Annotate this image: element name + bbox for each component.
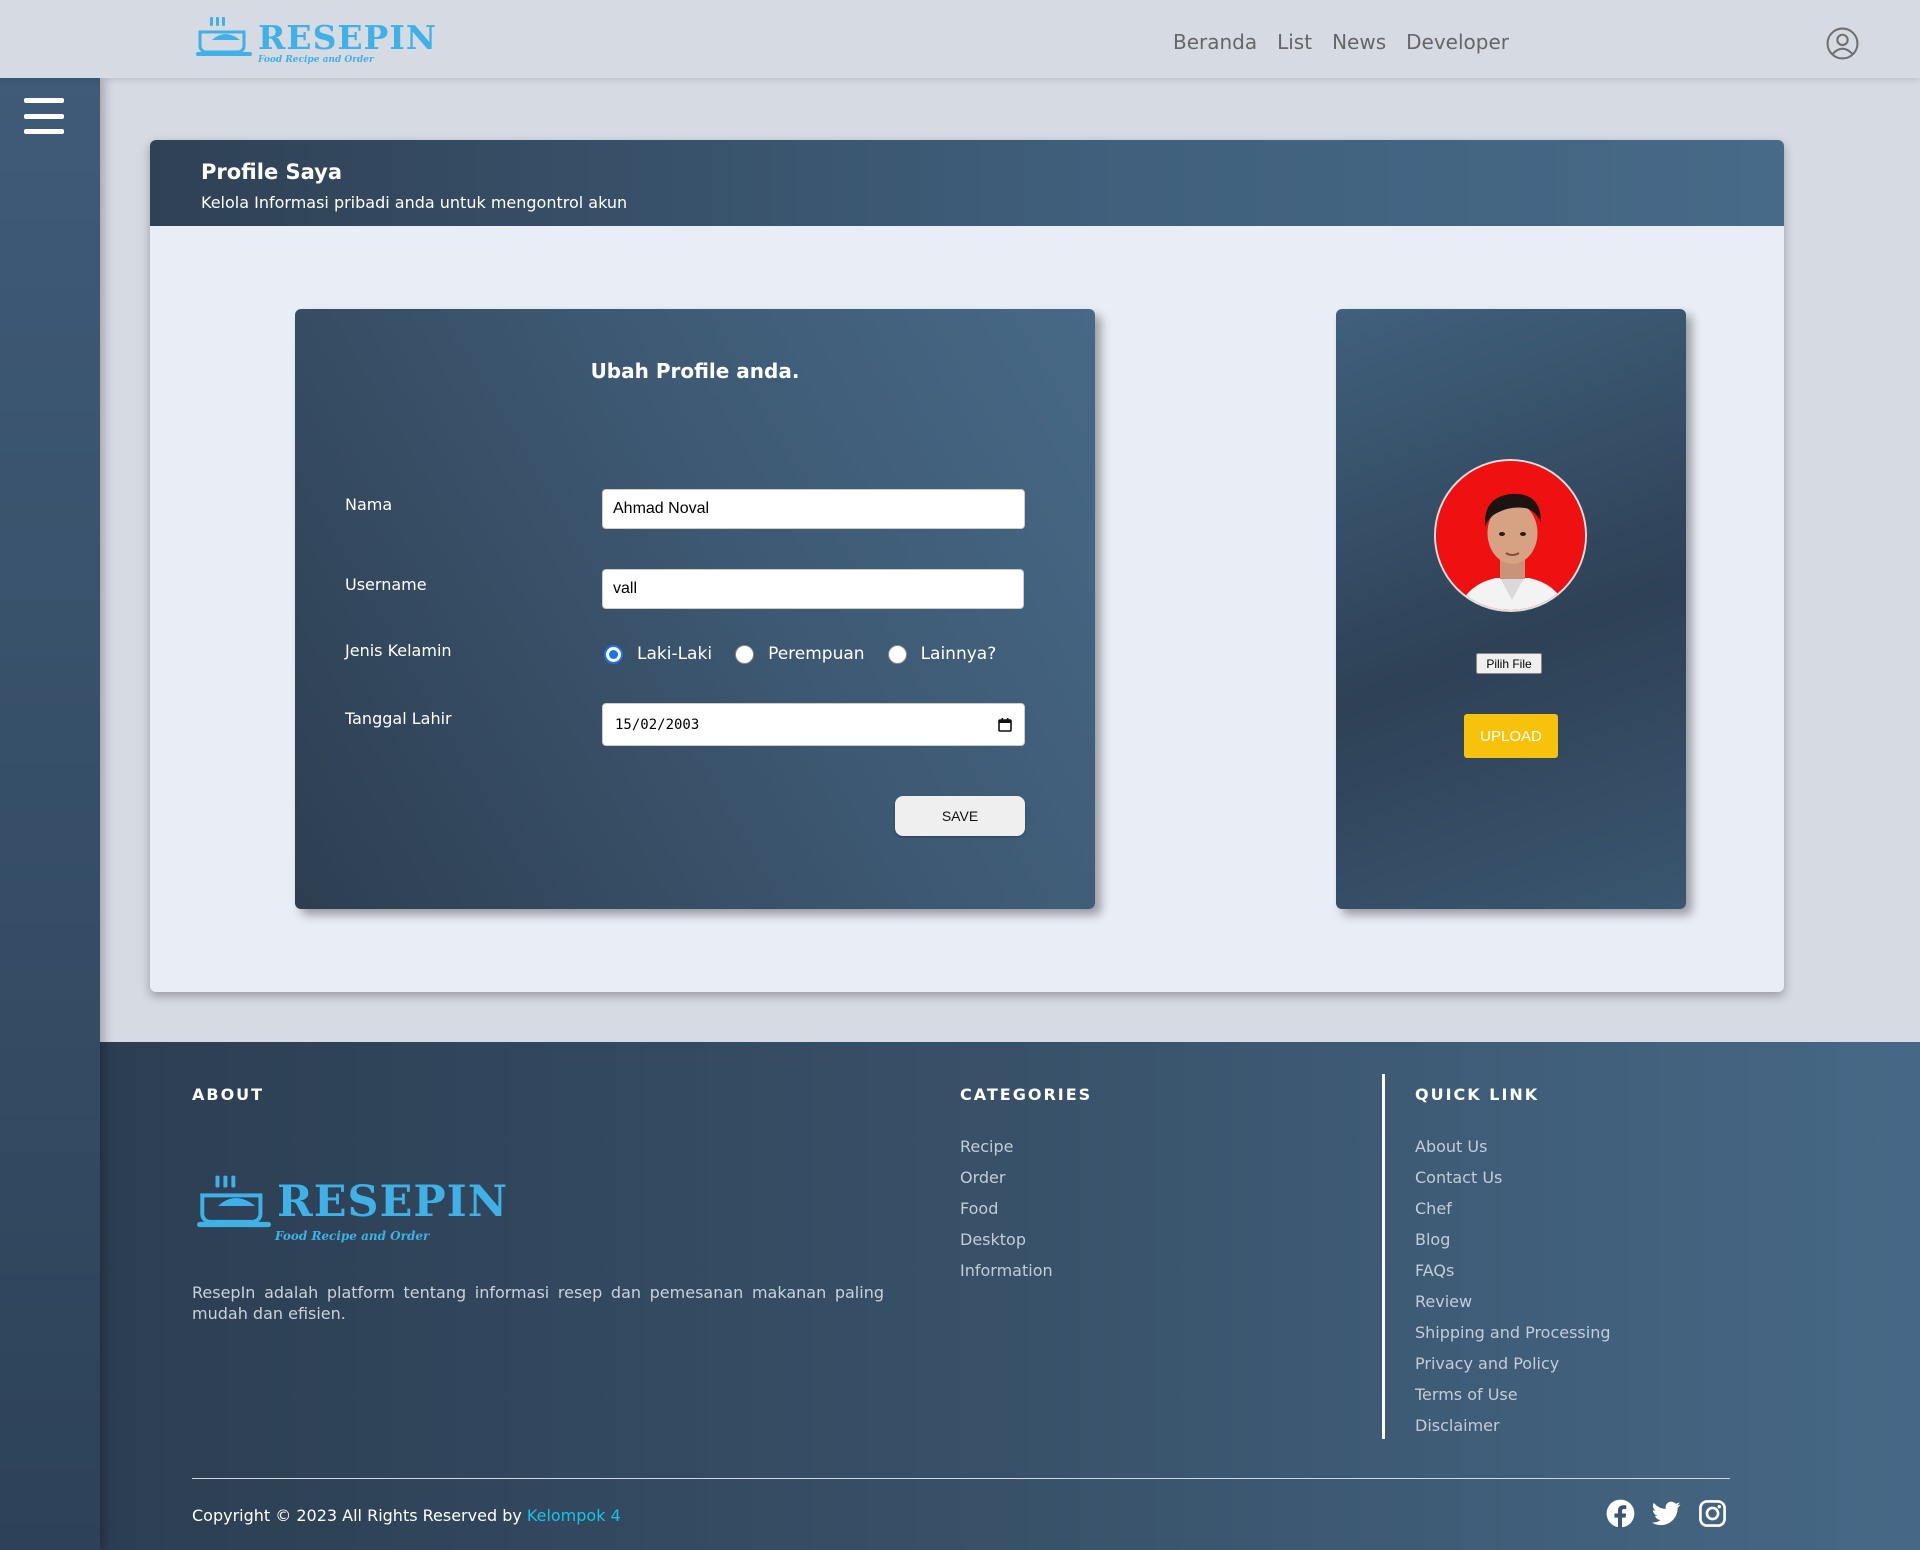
copyright-owner-link[interactable]: Kelompok 4: [527, 1506, 621, 1525]
upload-button[interactable]: UPLOAD: [1464, 714, 1558, 758]
profile-photo-card: Pilih File UPLOAD: [1336, 309, 1686, 909]
footer: ABOUT CATEGORIES QUICK LINK RESEPIN Food…: [100, 1042, 1920, 1550]
radio-button[interactable]: [604, 644, 623, 664]
copyright: Copyright © 2023 All Rights Reserved by …: [192, 1506, 621, 1525]
brand-name: RESEPIN: [277, 1176, 509, 1227]
radio-label: Perempuan: [768, 644, 865, 664]
brand-tagline: Food Recipe and Order: [258, 55, 374, 65]
hamburger-bar: [24, 113, 64, 119]
nama-label: Nama: [345, 495, 393, 514]
instagram-icon[interactable]: [1698, 1499, 1727, 1528]
top-navbar: RESEPIN Food Recipe and Order Beranda Li…: [0, 0, 1920, 78]
footer-category-link[interactable]: Information: [960, 1261, 1053, 1292]
main-nav: Beranda List News Developer: [1173, 30, 1509, 54]
twitter-icon[interactable]: [1652, 1499, 1681, 1528]
nav-link-news[interactable]: News: [1332, 30, 1386, 54]
facebook-icon[interactable]: [1606, 1499, 1635, 1528]
footer-quicklink-heading: QUICK LINK: [1415, 1085, 1540, 1104]
footer-category-link[interactable]: Food: [960, 1199, 1053, 1230]
footer-quick-link[interactable]: Review: [1415, 1292, 1611, 1323]
footer-quick-link[interactable]: Disclaimer: [1415, 1416, 1611, 1447]
footer-quick-link[interactable]: About Us: [1415, 1137, 1611, 1168]
choose-file-button[interactable]: Pilih File: [1476, 653, 1542, 674]
gender-radio-group: Laki-Laki Perempuan Lainnya?: [604, 644, 1019, 664]
dish-icon: [197, 1175, 271, 1228]
gender-option-lainnya[interactable]: Lainnya?: [887, 644, 997, 664]
dob-date-input[interactable]: 15/02/2003: [602, 703, 1025, 746]
brand-name: RESEPIN: [258, 17, 437, 57]
dob-value: 15/02/2003: [615, 716, 700, 733]
nav-link-list[interactable]: List: [1277, 30, 1312, 54]
dish-icon: [196, 17, 252, 56]
sidebar: [0, 78, 100, 1550]
footer-category-link[interactable]: Recipe: [960, 1137, 1053, 1168]
footer-categories-heading: CATEGORIES: [960, 1085, 1093, 1104]
footer-quick-link[interactable]: Terms of Use: [1415, 1385, 1611, 1416]
footer-categories-list: Recipe Order Food Desktop Information: [960, 1137, 1053, 1292]
footer-quick-link[interactable]: Contact Us: [1415, 1168, 1611, 1199]
footer-quicklinks-list: About Us Contact Us Chef Blog FAQs Revie…: [1415, 1137, 1611, 1447]
avatar: [1434, 459, 1587, 612]
footer-quick-link[interactable]: Chef: [1415, 1199, 1611, 1230]
username-label: Username: [345, 575, 427, 594]
footer-quick-link[interactable]: Shipping and Processing: [1415, 1323, 1611, 1354]
brand-logo[interactable]: RESEPIN Food Recipe and Order: [196, 16, 437, 65]
calendar-icon[interactable]: [998, 717, 1012, 732]
page-title: Profile Saya: [201, 160, 343, 184]
profile-panel-header: Profile Saya Kelola Informasi pribadi an…: [150, 140, 1784, 226]
nama-input[interactable]: [602, 489, 1025, 529]
gender-label: Jenis Kelamin: [345, 641, 452, 660]
footer-about-heading: ABOUT: [192, 1085, 265, 1104]
footer-brand-logo: RESEPIN Food Recipe and Order: [197, 1174, 509, 1242]
footer-category-link[interactable]: Desktop: [960, 1230, 1053, 1261]
copyright-text: Copyright © 2023 All Rights Reserved by: [192, 1506, 522, 1525]
brand-tagline: Food Recipe and Order: [275, 1229, 430, 1243]
page-subtitle: Kelola Informasi pribadi anda untuk meng…: [201, 193, 628, 213]
profile-photo: [1436, 461, 1585, 610]
footer-about-text: ResepIn adalah platform tentang informas…: [192, 1283, 884, 1323]
radio-label: Laki-Laki: [637, 644, 713, 664]
hamburger-bar: [24, 98, 64, 103]
user-account-icon[interactable]: [1826, 27, 1859, 60]
dob-label: Tanggal Lahir: [345, 709, 452, 728]
save-button[interactable]: SAVE: [895, 796, 1025, 836]
social-links: [1606, 1499, 1727, 1528]
nav-link-developer[interactable]: Developer: [1406, 30, 1509, 54]
footer-quick-link[interactable]: Blog: [1415, 1230, 1611, 1261]
footer-quick-link[interactable]: Privacy and Policy: [1415, 1354, 1611, 1385]
username-input[interactable]: [602, 569, 1024, 609]
footer-category-link[interactable]: Order: [960, 1168, 1053, 1199]
radio-label: Lainnya?: [920, 644, 997, 664]
edit-profile-card: Ubah Profile anda. Nama Username Jenis K…: [295, 309, 1095, 909]
footer-divider: [192, 1478, 1730, 1479]
menu-toggle-button[interactable]: [24, 98, 64, 134]
footer-divider-vertical: [1382, 1074, 1385, 1439]
footer-quick-link[interactable]: FAQs: [1415, 1261, 1611, 1292]
profile-panel: Profile Saya Kelola Informasi pribadi an…: [150, 140, 1784, 992]
hamburger-bar: [24, 129, 64, 134]
radio-button[interactable]: [887, 644, 907, 664]
gender-option-laki-laki[interactable]: Laki-Laki: [604, 644, 712, 664]
nav-link-beranda[interactable]: Beranda: [1173, 30, 1257, 54]
radio-button[interactable]: [735, 644, 755, 664]
gender-option-perempuan[interactable]: Perempuan: [735, 644, 865, 664]
form-heading: Ubah Profile anda.: [590, 359, 800, 383]
